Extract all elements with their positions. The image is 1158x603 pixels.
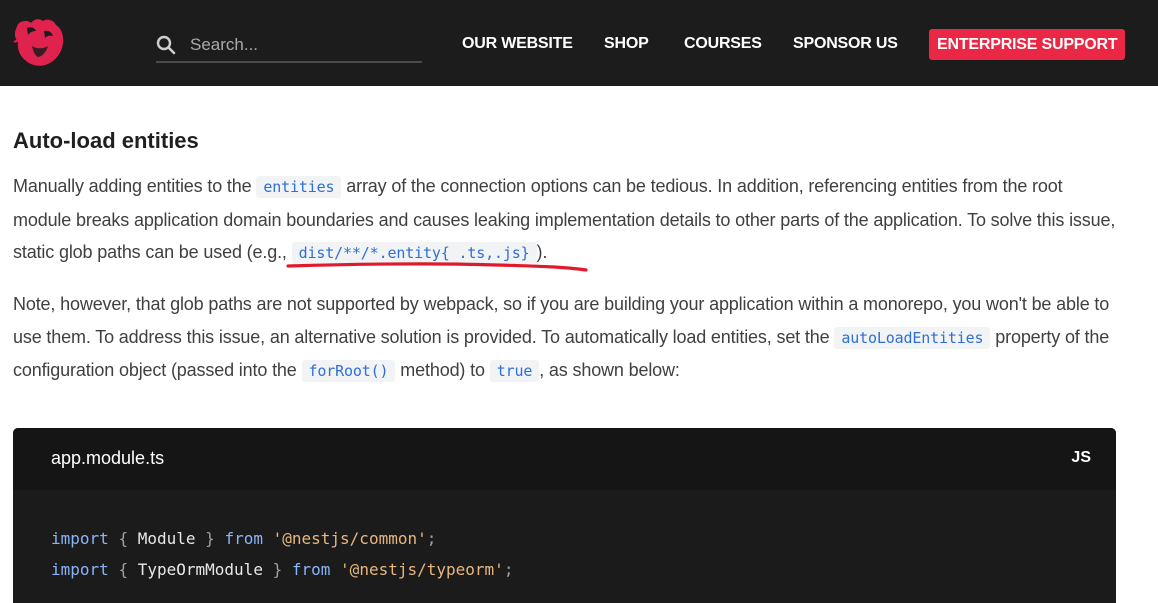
code-keyword: from: [291, 560, 331, 579]
code-line: import { TypeOrmModule } from '@nestjs/t…: [51, 554, 513, 585]
inline-code-forroot: forRoot(): [301, 360, 396, 382]
search-input[interactable]: [190, 32, 415, 58]
code-punctuation: {: [118, 529, 129, 548]
red-annotation-underline: [286, 262, 588, 272]
code-block: app.module.ts JS import { Module } from …: [13, 428, 1116, 603]
enterprise-support-button[interactable]: ENTERPRISE SUPPORT: [929, 29, 1126, 60]
paragraph-text: method) to: [395, 360, 490, 380]
code-punctuation: }: [272, 560, 283, 579]
code-keyword: from: [224, 529, 263, 548]
highlighted-glob-path: dist/**/*.entity{ .ts,.js}: [286, 236, 588, 272]
code-punctuation: {: [118, 560, 129, 579]
inline-code-autoloadentities: autoLoadEntities: [834, 326, 991, 349]
code-punctuation: ;: [426, 529, 437, 548]
code-identifier: TypeOrmModule: [137, 560, 263, 579]
nav-link-courses[interactable]: COURSES: [684, 35, 762, 53]
code-string: '@nestjs/common': [272, 529, 427, 548]
nestjs-cat-logo-icon[interactable]: [12, 16, 66, 68]
nav-link-our-website[interactable]: OUR WEBSITE: [462, 35, 573, 53]
code-block-header: app.module.ts JS: [13, 428, 1116, 490]
paragraph-note: Note, however, that glob paths are not s…: [13, 288, 1125, 388]
code-keyword: import: [51, 560, 109, 579]
code-string: '@nestjs/typeorm': [340, 560, 504, 579]
paragraph-text: , as shown below:: [539, 360, 680, 380]
nav-link-shop[interactable]: SHOP: [604, 35, 649, 53]
top-navigation-bar: OUR WEBSITE SHOP COURSES SPONSOR US ENTE…: [0, 0, 1158, 86]
nav-link-sponsor-us[interactable]: SPONSOR US: [793, 35, 898, 53]
search-icon: [156, 35, 176, 55]
language-toggle[interactable]: JS: [1071, 449, 1091, 467]
inline-code-true: true: [489, 360, 540, 382]
inline-code-entities: entities: [256, 176, 342, 198]
paragraph-intro: Manually adding entities to the entities…: [13, 170, 1125, 272]
code-keyword: import: [51, 529, 109, 548]
code-punctuation: }: [205, 529, 215, 548]
paragraph-text: Manually adding entities to the: [13, 176, 257, 196]
code-identifier: Module: [137, 529, 196, 548]
code-filename: app.module.ts: [51, 448, 165, 468]
search-bar[interactable]: [156, 30, 422, 63]
code-line: import { Module } from '@nestjs/common';: [51, 523, 513, 554]
code-punctuation: ;: [503, 560, 514, 579]
section-heading: Auto-load entities: [13, 128, 199, 153]
code-body: import { Module } from '@nestjs/common';…: [51, 523, 513, 585]
paragraph-text: ).: [536, 242, 548, 262]
